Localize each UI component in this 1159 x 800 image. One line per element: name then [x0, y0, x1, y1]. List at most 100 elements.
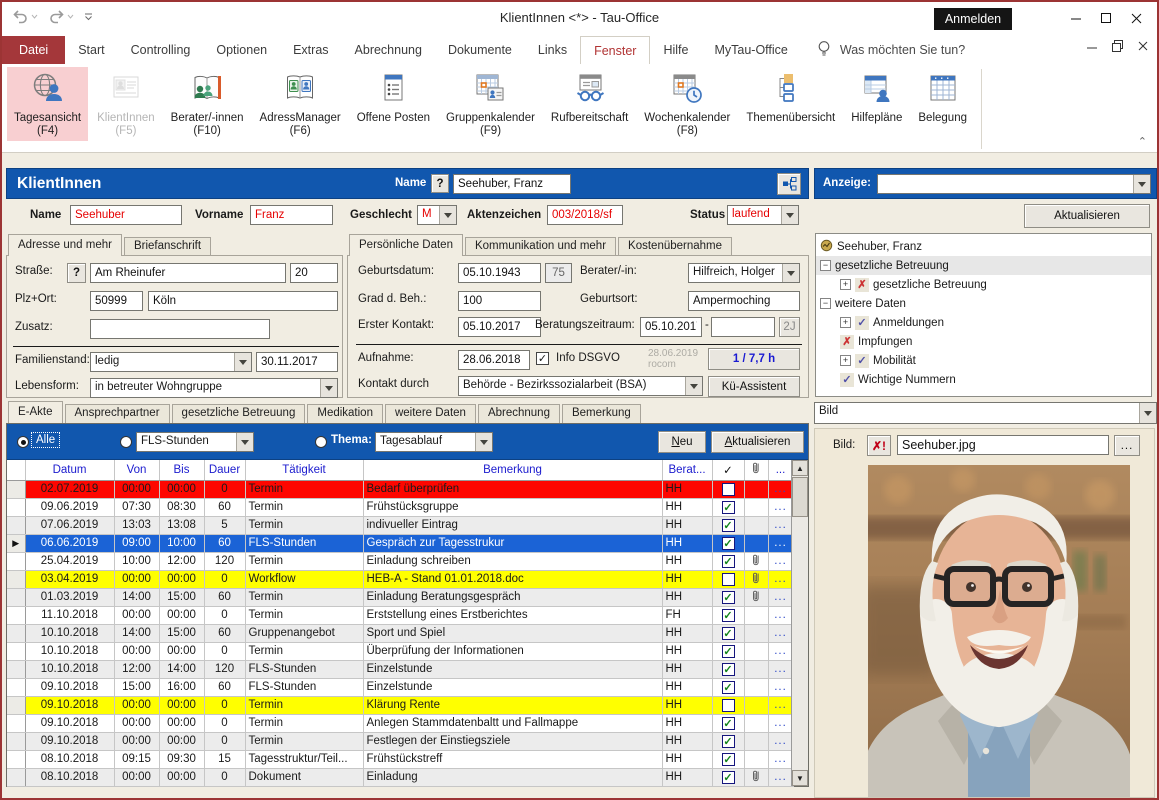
stunden-button[interactable]: 1 / 7,7 h: [708, 348, 800, 370]
tree-item[interactable]: ✓Wichtige Nummern: [816, 370, 1151, 389]
neu-button[interactable]: Neu: [658, 431, 706, 453]
filter-alle-radio[interactable]: [17, 436, 29, 448]
ribbon-button-berater[interactable]: Berater/-innen(F10): [164, 67, 251, 141]
hausnr-input[interactable]: [290, 263, 338, 283]
zeitraum-bis-input[interactable]: [711, 317, 775, 337]
filter-thema-radio[interactable]: [315, 436, 327, 448]
anzeige-select[interactable]: Eigenschaften KlientInnen: [877, 174, 1151, 194]
ribbon-tab-hilfe[interactable]: Hilfe: [650, 36, 701, 64]
strasse-input[interactable]: [90, 263, 286, 283]
zeitraum-button[interactable]: 2J: [779, 317, 800, 337]
done-checkbox[interactable]: ✓: [722, 717, 735, 730]
table-scrollbar[interactable]: ▲ ▼: [791, 460, 808, 786]
column-header-6[interactable]: Bemerkung: [363, 460, 662, 480]
done-checkbox[interactable]: ✓: [722, 501, 735, 514]
ort-input[interactable]: [148, 291, 338, 311]
column-header-10[interactable]: ...: [768, 460, 793, 480]
done-checkbox-cell[interactable]: ✓: [712, 750, 744, 768]
child-minimize-button[interactable]: [1087, 41, 1098, 55]
bild-file-input[interactable]: [897, 435, 1109, 455]
done-checkbox[interactable]: ✓: [722, 555, 735, 568]
done-checkbox[interactable]: ✓: [722, 753, 735, 766]
tree-item[interactable]: +✓Mobilität: [816, 351, 1151, 370]
done-checkbox[interactable]: ✓: [722, 519, 735, 532]
ribbon-tab-dokumente[interactable]: Dokumente: [435, 36, 525, 64]
bild-combo[interactable]: Bild: [814, 402, 1157, 424]
row-more-button[interactable]: ...: [768, 732, 793, 750]
kue-assistent-button[interactable]: Kü-Assistent: [708, 376, 800, 397]
scroll-thumb[interactable]: [792, 477, 808, 517]
row-more-button[interactable]: ...: [768, 534, 793, 552]
berater-select[interactable]: Hilfreich, Holger: [688, 263, 800, 283]
zeitraum-von-input[interactable]: [640, 317, 702, 337]
scroll-up-icon[interactable]: ▲: [792, 460, 808, 476]
row-more-button[interactable]: ...: [768, 516, 793, 534]
column-header-2[interactable]: Von: [114, 460, 159, 480]
eakte-tab-3[interactable]: Medikation: [307, 404, 383, 423]
row-more-button[interactable]: ...: [768, 624, 793, 642]
ribbon-tab-mytau-office[interactable]: MyTau-Office: [701, 36, 800, 64]
tree-item[interactable]: ✗Impfungen: [816, 332, 1151, 351]
geschlecht-select[interactable]: M: [417, 205, 457, 225]
table-row[interactable]: 09.10.201800:0000:000TerminFestlegen der…: [7, 732, 793, 750]
filter-alle-label[interactable]: Alle: [32, 433, 59, 447]
done-checkbox-cell[interactable]: ✓: [712, 732, 744, 750]
close-button[interactable]: [1121, 6, 1151, 30]
ribbon-tab-datei[interactable]: Datei: [2, 36, 65, 64]
eakte-tab-2[interactable]: gesetzliche Betreuung: [172, 404, 306, 423]
ribbon-tab-links[interactable]: Links: [525, 36, 580, 64]
eakte-tab-6[interactable]: Bemerkung: [562, 404, 641, 423]
done-checkbox-cell[interactable]: ✓: [712, 624, 744, 642]
personal-tab-1[interactable]: Kommunikation und mehr: [465, 237, 616, 256]
eakte-tab-5[interactable]: Abrechnung: [478, 404, 560, 423]
done-checkbox-cell[interactable]: ✓: [712, 714, 744, 732]
aufnahme-input[interactable]: [458, 350, 530, 370]
name-input[interactable]: [70, 205, 182, 225]
table-row[interactable]: 09.10.201800:0000:000TerminAnlegen Stamm…: [7, 714, 793, 732]
tree-item[interactable]: Seehuber, Franz: [816, 237, 1151, 256]
tree-item[interactable]: +✗gesetzliche Betreuung: [816, 275, 1151, 294]
ribbon-tab-fenster[interactable]: Fenster: [580, 36, 650, 64]
done-checkbox-cell[interactable]: ✓: [712, 552, 744, 570]
ribbon-button-tagesansicht[interactable]: Tagesansicht(F4): [7, 67, 88, 141]
tree-expander-icon[interactable]: −: [820, 260, 831, 271]
ribbon-tab-start[interactable]: Start: [65, 36, 117, 64]
row-more-button[interactable]: ...: [768, 660, 793, 678]
ribbon-button-hilfeplaene[interactable]: Hilfepläne: [844, 67, 909, 127]
column-header-1[interactable]: Datum: [25, 460, 114, 480]
address-tab-0[interactable]: Adresse und mehr: [8, 234, 122, 256]
ribbon-tab-controlling[interactable]: Controlling: [118, 36, 204, 64]
tree-item[interactable]: −gesetzliche Betreuung: [816, 256, 1151, 275]
column-header-7[interactable]: Berat...: [662, 460, 712, 480]
tree-aktualisieren-button[interactable]: Aktualisieren: [1024, 204, 1150, 228]
row-more-button[interactable]: ...: [768, 642, 793, 660]
table-row[interactable]: 03.04.201900:0000:000WorkflowHEB-A - Sta…: [7, 570, 793, 588]
scroll-down-icon[interactable]: ▼: [792, 770, 808, 786]
ribbon-tab-extras[interactable]: Extras: [280, 36, 341, 64]
geburtsort-input[interactable]: [688, 291, 800, 311]
done-checkbox[interactable]: ✓: [722, 645, 735, 658]
dsgvo-checkbox[interactable]: ✓: [536, 352, 549, 365]
row-more-button[interactable]: ...: [768, 696, 793, 714]
column-header-3[interactable]: Bis: [159, 460, 204, 480]
row-more-button[interactable]: ...: [768, 480, 793, 498]
tree-item[interactable]: +✓Anmeldungen: [816, 313, 1151, 332]
erster-kontakt-input[interactable]: [458, 317, 541, 337]
minimize-button[interactable]: [1061, 6, 1091, 30]
ribbon-button-offeneposten[interactable]: Offene Posten: [350, 67, 437, 127]
done-checkbox[interactable]: ✓: [722, 771, 735, 784]
ribbon-button-klientinnen[interactable]: KlientInnen(F5): [90, 67, 162, 141]
done-checkbox[interactable]: [722, 699, 735, 712]
filter-fls-select[interactable]: FLS-Stunden: [136, 432, 254, 452]
done-checkbox-cell[interactable]: ✓: [712, 768, 744, 786]
status-select[interactable]: laufend: [727, 205, 799, 225]
done-checkbox[interactable]: ✓: [722, 609, 735, 622]
table-row[interactable]: 25.04.201910:0012:00120TerminEinladung s…: [7, 552, 793, 570]
done-checkbox[interactable]: ✓: [722, 591, 735, 604]
maximize-button[interactable]: [1091, 6, 1121, 30]
gradbeh-input[interactable]: [458, 291, 541, 311]
tree-expander-icon[interactable]: −: [820, 298, 831, 309]
address-tab-1[interactable]: Briefanschrift: [124, 237, 211, 256]
strasse-help-button[interactable]: ?: [67, 263, 86, 283]
ribbon-tab-optionen[interactable]: Optionen: [203, 36, 280, 64]
